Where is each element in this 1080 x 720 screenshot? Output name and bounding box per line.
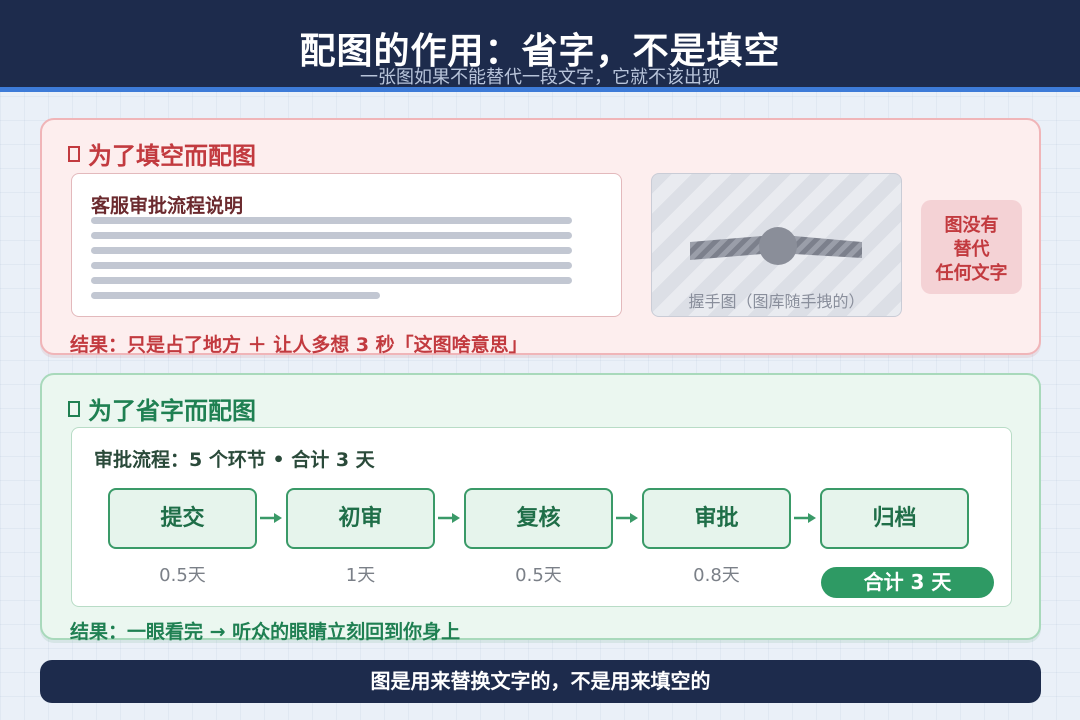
stock-image-caption: 握手图（图库随手拽的） — [688, 292, 865, 311]
flow-step: 提交 — [108, 488, 257, 549]
arrow-right-icon — [260, 513, 282, 523]
text-placeholder-line — [91, 232, 572, 239]
text-placeholder-line — [91, 262, 572, 269]
total-duration-badge: 合计 3 天 — [821, 567, 994, 598]
bad-example-panel: 为了填空而配图 客服审批流程说明 握手图（图库随手拽的） 图没有 替代 任何文字 — [40, 118, 1041, 356]
footer-banner: 图是用来替换文字的，不是用来填空的 — [40, 660, 1041, 703]
good-panel-heading-text: 为了省字而配图 — [88, 397, 256, 425]
step-duration: 0.5天 — [515, 565, 562, 586]
text-placeholder-line — [91, 247, 572, 254]
arrow-right-icon — [794, 513, 816, 523]
step-duration: 0.5天 — [159, 565, 206, 586]
document-card: 客服审批流程说明 — [71, 173, 622, 317]
header-banner: 配图的作用：省字，不是填空 一张图如果不能替代一段文字，它就不该出现 — [0, 0, 1080, 92]
checkbox-icon — [68, 400, 80, 417]
good-result-text: 结果：一眼看完 → 听众的眼睛立刻回到你身上 — [70, 621, 461, 643]
document-title: 客服审批流程说明 — [91, 195, 244, 217]
checkbox-icon — [68, 145, 80, 162]
bad-result-text: 结果：只是占了地方 ＋ 让人多想 3 秒「这图啥意思」 — [70, 334, 528, 356]
badge-line: 任何文字 — [935, 263, 1008, 284]
badge-line: 图没有 — [944, 215, 999, 236]
text-placeholder-line — [91, 292, 380, 299]
arrow-right-icon — [438, 513, 460, 523]
no-replacement-badge: 图没有 替代 任何文字 — [921, 200, 1022, 294]
arrow-right-icon — [616, 513, 638, 523]
bad-panel-heading: 为了填空而配图 — [68, 136, 256, 171]
flow-step: 审批 — [642, 488, 791, 549]
flow-step: 归档 — [820, 488, 969, 549]
text-placeholder-line — [91, 277, 572, 284]
good-example-panel: 为了省字而配图 审批流程：5 个环节 • 合计 3 天 提交 0.5天 初审 1… — [40, 373, 1041, 643]
flow-step: 复核 — [464, 488, 613, 549]
good-panel-heading: 为了省字而配图 — [68, 391, 256, 426]
text-placeholder-line — [91, 217, 572, 224]
step-duration: 1天 — [345, 565, 376, 586]
flow-title: 审批流程：5 个环节 • 合计 3 天 — [94, 449, 375, 471]
stock-image-placeholder: 握手图（图库随手拽的） — [651, 173, 902, 317]
flow-card: 审批流程：5 个环节 • 合计 3 天 提交 0.5天 初审 1天 复核 0.5… — [71, 427, 1012, 607]
page-subtitle: 一张图如果不能替代一段文字，它就不该出现 — [360, 67, 720, 88]
flow-step: 初审 — [286, 488, 435, 549]
step-duration: 0.8天 — [693, 565, 740, 586]
badge-line: 替代 — [953, 239, 990, 260]
bad-panel-heading-text: 为了填空而配图 — [88, 142, 256, 170]
